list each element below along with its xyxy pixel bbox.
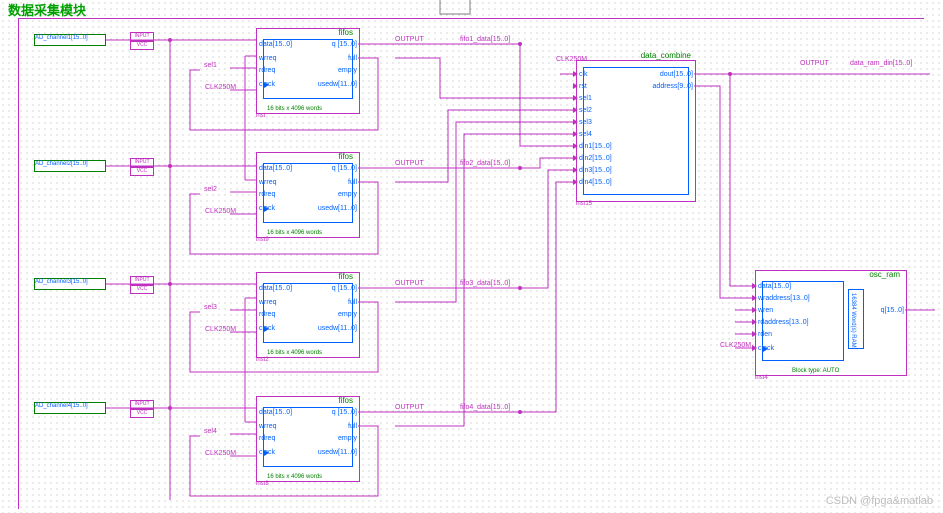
stub-input-4: INPUT bbox=[130, 400, 154, 409]
net-fifo2: fifo2_data[15..0] bbox=[460, 160, 510, 167]
net-clk-ram: CLK250M bbox=[720, 342, 751, 349]
net-fifo3: fifo3_data[15..0] bbox=[460, 280, 510, 287]
schematic-canvas[interactable]: 数据采集模块 AD_channel1[15..0] AD_channel2[15… bbox=[0, 0, 943, 513]
stub-input-3: INPUT bbox=[130, 276, 154, 285]
arrow-icon bbox=[752, 345, 757, 351]
stub-vcc-2: VCC bbox=[130, 167, 154, 176]
arrow-icon bbox=[752, 307, 757, 313]
arrow-icon bbox=[573, 167, 578, 173]
arrow-icon bbox=[752, 295, 757, 301]
watermark: CSDN @fpga&matlab bbox=[826, 495, 933, 507]
arrow-icon bbox=[573, 143, 578, 149]
input-ch2[interactable]: AD_channel2[15..0] bbox=[34, 160, 106, 172]
net-fifo4: fifo4_data[15..0] bbox=[460, 404, 510, 411]
clock-icon bbox=[264, 206, 269, 212]
net-sel1-a: sel1 bbox=[204, 62, 217, 69]
stub-vcc-3: VCC bbox=[130, 285, 154, 294]
net-clk-combine: CLK250M bbox=[556, 56, 587, 63]
net-clk-a: CLK250M bbox=[205, 84, 236, 91]
net-ramdin: data_ram_din[15..0] bbox=[850, 60, 912, 67]
arrow-icon bbox=[752, 331, 757, 337]
net-sel4-a: sel4 bbox=[204, 428, 217, 435]
net-fifo1: fifo1_data[15..0] bbox=[460, 36, 510, 43]
clock-icon bbox=[264, 450, 269, 456]
osc-ram-block[interactable]: osc_ram 16384 Word(s) RAM data[15..0] wr… bbox=[755, 270, 907, 376]
net-clk-d: CLK250M bbox=[205, 450, 236, 457]
net-output-4: OUTPUT bbox=[395, 404, 424, 411]
fifo-block-4[interactable]: fifos data[15..0] wrreq rdreq clock q [1… bbox=[256, 396, 360, 482]
net-output-2: OUTPUT bbox=[395, 160, 424, 167]
net-sel2-a: sel2 bbox=[204, 186, 217, 193]
net-output-1: OUTPUT bbox=[395, 36, 424, 43]
arrow-icon bbox=[573, 155, 578, 161]
arrow-icon bbox=[573, 107, 578, 113]
net-sel3-a: sel3 bbox=[204, 304, 217, 311]
fifo-block-2[interactable]: fifos data[15..0] wrreq rdreq clock q [1… bbox=[256, 152, 360, 238]
clock-icon bbox=[264, 326, 269, 332]
arrow-icon bbox=[752, 283, 757, 289]
arrow-icon bbox=[573, 83, 578, 89]
input-ch1[interactable]: AD_channel1[15..0] bbox=[34, 34, 106, 46]
net-clk-c: CLK250M bbox=[205, 326, 236, 333]
input-ch3[interactable]: AD_channel3[15..0] bbox=[34, 278, 106, 290]
fifo-block-1[interactable]: fifos data[15..0] wrreq rdreq clock q [1… bbox=[256, 28, 360, 114]
stub-input-1: INPUT bbox=[130, 32, 154, 41]
fifo-block-3[interactable]: fifos data[15..0] wrreq rdreq clock q [1… bbox=[256, 272, 360, 358]
module-title: 数据采集模块 bbox=[8, 0, 86, 19]
stub-input-2: INPUT bbox=[130, 158, 154, 167]
net-output-3: OUTPUT bbox=[395, 280, 424, 287]
net-output-combine: OUTPUT bbox=[800, 60, 829, 67]
clock-icon bbox=[763, 346, 768, 352]
module-border bbox=[18, 18, 924, 509]
clock-icon bbox=[264, 82, 269, 88]
data-combine-block[interactable]: data_combine clk rst sel1 sel2 sel3 sel4… bbox=[576, 60, 696, 202]
arrow-icon bbox=[573, 179, 578, 185]
input-ch4[interactable]: AD_channel4[15..0] bbox=[34, 402, 106, 414]
stub-vcc-4: VCC bbox=[130, 409, 154, 418]
arrow-icon bbox=[573, 131, 578, 137]
arrow-icon bbox=[752, 319, 757, 325]
net-clk-b: CLK250M bbox=[205, 208, 236, 215]
stub-vcc-1: VCC bbox=[130, 41, 154, 50]
arrow-icon bbox=[573, 119, 578, 125]
arrow-icon bbox=[573, 71, 578, 77]
arrow-icon bbox=[573, 95, 578, 101]
